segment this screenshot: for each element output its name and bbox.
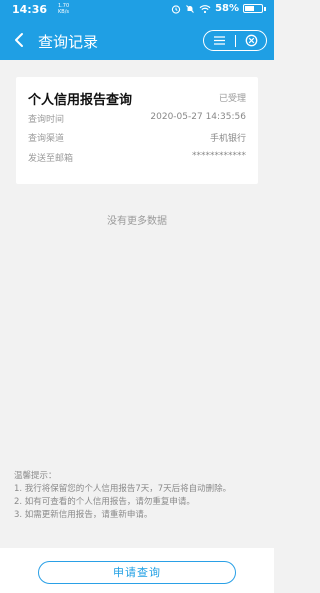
battery-icon [243, 4, 263, 13]
alarm-icon [171, 4, 181, 14]
record-row-email: 发送至邮箱 ************ [28, 151, 246, 165]
tip-item: 3. 如需更新信用报告，请重新申请。 [14, 510, 153, 520]
wifi-icon [199, 4, 211, 13]
mini-program-capsule [203, 30, 267, 51]
battery-cap [264, 6, 266, 11]
close-icon [245, 34, 258, 47]
row-label: 发送至邮箱 [28, 154, 74, 164]
apply-query-button[interactable]: 申请查询 [38, 561, 236, 584]
record-status: 已受理 [218, 94, 246, 104]
tip-item: 2. 如有可查看的个人信用报告，请勿重复申请。 [14, 497, 195, 507]
status-bar: 14:36 1.70 KB/s 58% [0, 0, 274, 20]
back-arrow-icon[interactable] [10, 30, 30, 50]
battery-level [245, 6, 255, 11]
row-label: 查询时间 [28, 115, 65, 125]
record-title: 个人信用报告查询 [28, 93, 133, 108]
record-row-channel: 查询渠道 手机银行 [28, 131, 246, 145]
mute-icon [186, 4, 194, 13]
status-icons: 58% [171, 3, 266, 14]
menu-button[interactable] [204, 31, 235, 50]
query-record-card[interactable]: 个人信用报告查询 已受理 查询时间 2020-05-27 14:35:56 查询… [16, 77, 258, 184]
page-title: 查询记录 [38, 33, 99, 51]
tip-item: 1. 我行将保留您的个人信用报告7天，7天后将自动删除。 [14, 484, 232, 494]
close-button[interactable] [236, 31, 267, 50]
row-label: 查询渠道 [28, 134, 65, 144]
row-value: ************ [192, 151, 246, 161]
row-value: 2020-05-27 14:35:56 [150, 112, 246, 122]
tips-heading: 温馨提示： [14, 471, 57, 481]
app-header: 14:36 1.70 KB/s 58% 查询记录 [0, 0, 274, 60]
row-value: 手机银行 [209, 134, 246, 144]
status-time: 14:36 [12, 3, 48, 16]
menu-icon [214, 36, 225, 45]
tips-section: 温馨提示： 1. 我行将保留您的个人信用报告7天，7天后将自动删除。 2. 如有… [14, 470, 231, 522]
network-speed: 1.70 KB/s [58, 3, 72, 15]
no-more-data-text: 没有更多数据 [107, 216, 167, 227]
bottom-bar: 申请查询 [0, 548, 274, 593]
network-speed-unit: KB/s [58, 9, 69, 15]
battery-percent: 58% [215, 3, 239, 14]
navigation-bar: 查询记录 [0, 22, 274, 58]
record-row-time: 查询时间 2020-05-27 14:35:56 [28, 112, 246, 126]
